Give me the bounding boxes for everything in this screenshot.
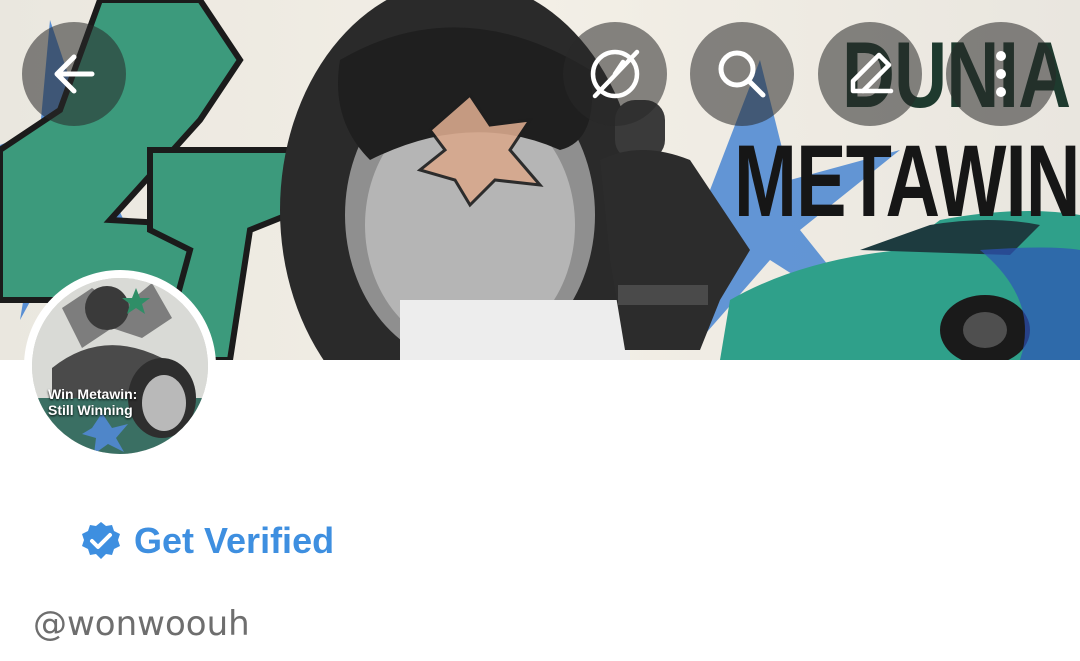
- arrow-left-icon: [54, 54, 95, 94]
- get-verified-button[interactable]: Get Verified: [80, 515, 334, 567]
- compass-slash-icon: [590, 49, 640, 99]
- verified-badge-icon: [82, 522, 120, 559]
- avatar-image: Win Metawin: Still Winning: [32, 278, 208, 454]
- profile-page: DUNIA METAWIN: [0, 0, 1080, 661]
- avatar-caption: Win Metawin: Still Winning: [48, 386, 138, 418]
- edit-button[interactable]: [818, 22, 922, 126]
- search-icon: [718, 50, 766, 98]
- more-options-button[interactable]: [946, 22, 1056, 126]
- banner-title-line2: METAWIN: [734, 124, 1080, 238]
- avatar-artwork: [32, 278, 208, 454]
- get-verified-label: Get Verified: [134, 520, 335, 561]
- explore-button[interactable]: [563, 22, 667, 126]
- profile-avatar[interactable]: Win Metawin: Still Winning: [24, 270, 216, 462]
- profile-handle: @wonwoouh: [33, 604, 250, 644]
- pencil-icon: [850, 52, 894, 94]
- more-vertical-icon: [996, 51, 1006, 97]
- search-button[interactable]: [690, 22, 794, 126]
- back-button[interactable]: [22, 22, 126, 126]
